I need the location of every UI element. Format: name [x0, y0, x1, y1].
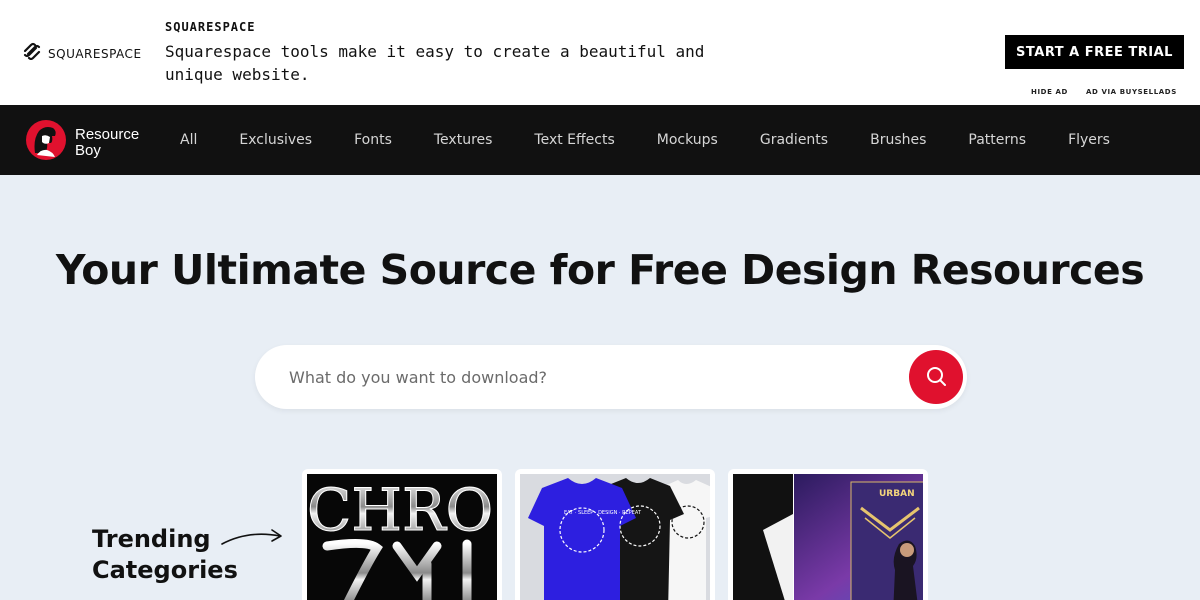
- site-logo-text: Resource Boy: [75, 125, 140, 159]
- search-input[interactable]: [289, 363, 889, 391]
- ad-via-link[interactable]: AD VIA BUYSELLADS: [1086, 88, 1177, 96]
- nav-link-patterns[interactable]: Patterns: [968, 132, 1026, 148]
- ad-banner: SQUARESPACE SQUARESPACE Squarespace tool…: [0, 0, 1200, 105]
- logo-line-1: Resource: [75, 125, 140, 143]
- curved-arrow-icon: [220, 524, 286, 553]
- chrome-card-text: CHRO: [307, 476, 493, 544]
- nav-link-textures[interactable]: Textures: [434, 132, 493, 148]
- squarespace-logo-text: SQUARESPACE: [48, 46, 142, 61]
- nav-link-gradients[interactable]: Gradients: [760, 132, 828, 148]
- search-icon: [925, 365, 947, 390]
- nav-link-all[interactable]: All: [180, 132, 197, 148]
- hide-ad-link[interactable]: HIDE AD: [1031, 88, 1068, 96]
- nav-links: All Exclusives Fonts Textures Text Effec…: [180, 105, 1152, 175]
- category-card-mockups[interactable]: EAT · SLEEP · DESIGN · REPEAT: [515, 469, 715, 600]
- nav-link-fonts[interactable]: Fonts: [354, 132, 392, 148]
- card-image-flyer: URBAN: [733, 474, 923, 600]
- nav-link-exclusives[interactable]: Exclusives: [239, 132, 312, 148]
- ad-brand: SQUARESPACE: [165, 20, 256, 34]
- hero-title: Your Ultimate Source for Free Design Res…: [55, 246, 1145, 294]
- category-card-text-effects[interactable]: CHRO: [302, 469, 502, 600]
- nav-link-brushes[interactable]: Brushes: [870, 132, 926, 148]
- tshirt-card-text: EAT · SLEEP · DESIGN · REPEAT: [564, 510, 642, 516]
- card-image-chrome: CHRO: [307, 474, 497, 600]
- nav-link-mockups[interactable]: Mockups: [657, 132, 718, 148]
- ad-copy[interactable]: SQUARESPACE Squarespace tools make it ea…: [165, 20, 745, 86]
- card-image-tshirts: EAT · SLEEP · DESIGN · REPEAT: [520, 474, 710, 600]
- flyer-card-text: URBAN: [879, 489, 915, 499]
- squarespace-logo[interactable]: SQUARESPACE: [22, 42, 142, 65]
- main-nav: Resource Boy All Exclusives Fonts Textur…: [0, 105, 1200, 175]
- resource-boy-logo-icon: [25, 119, 67, 166]
- trending-title-line-2: Categories: [92, 556, 238, 584]
- ad-description: Squarespace tools make it easy to create…: [165, 42, 705, 84]
- nav-link-text-effects[interactable]: Text Effects: [534, 132, 614, 148]
- site-logo[interactable]: Resource Boy: [25, 119, 139, 166]
- logo-line-2: Boy: [75, 141, 101, 159]
- squarespace-logo-icon: [22, 42, 42, 65]
- search-button[interactable]: [909, 350, 963, 404]
- start-free-trial-button[interactable]: START A FREE TRIAL: [1005, 35, 1184, 69]
- category-card-flyers[interactable]: URBAN: [728, 469, 928, 600]
- nav-link-flyers[interactable]: Flyers: [1068, 132, 1110, 148]
- search-bar: [255, 345, 967, 409]
